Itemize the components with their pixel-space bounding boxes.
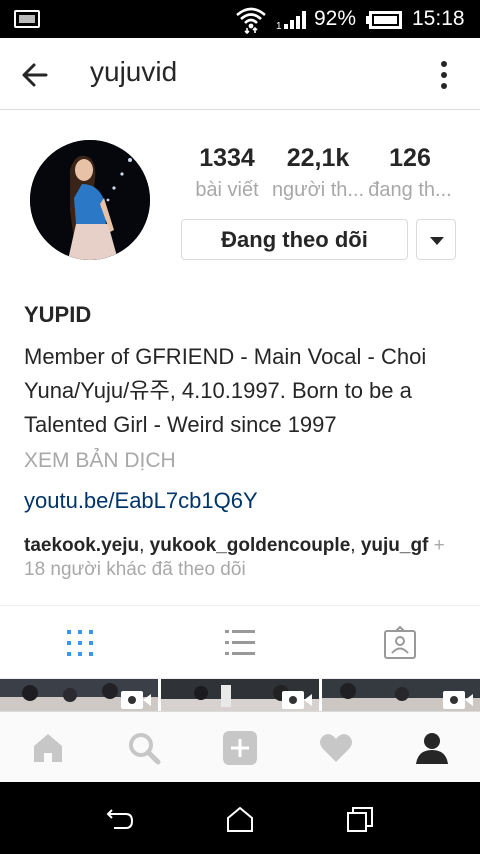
avatar-image — [30, 140, 150, 260]
wifi-icon — [236, 7, 266, 34]
following-button[interactable]: Đang theo dõi — [181, 219, 408, 260]
more-options-icon[interactable] — [430, 58, 458, 92]
app-bar: yujuvid — [0, 38, 480, 110]
status-bar: 1 92% 15:18 — [0, 0, 480, 38]
posts-grid — [0, 679, 480, 711]
profile-view-tabs — [0, 605, 480, 679]
home-icon[interactable] — [28, 728, 68, 768]
grid-icon[interactable] — [62, 626, 98, 660]
followed-by-more-text[interactable]: 18 người khác đã theo dõi — [24, 559, 246, 580]
see-translation-link[interactable]: XEM BẢN DỊCH — [24, 449, 176, 473]
post-thumbnail[interactable] — [0, 679, 158, 711]
bio-line: Talented Girl - Weird since 1997 — [24, 412, 337, 437]
video-icon — [282, 691, 312, 709]
svg-text:1: 1 — [276, 21, 282, 30]
battery-percent: 92% — [314, 7, 357, 30]
tagged-photos-icon[interactable] — [382, 626, 418, 660]
battery-icon — [366, 11, 402, 29]
profile-avatar[interactable] — [30, 140, 150, 260]
profile-stats: 1334 bài viết 22,1k người th... 126 đang… — [184, 144, 460, 204]
follower-username[interactable]: yukook_goldencouple — [150, 535, 351, 556]
following-stat[interactable]: 126 đang th... — [360, 144, 460, 202]
post-thumbnail[interactable] — [322, 679, 480, 711]
cell-signal-icon: 1 — [276, 11, 306, 30]
follower-username[interactable]: taekook.yeju — [24, 535, 139, 556]
profile-website-link[interactable]: youtu.be/EabL7cb1Q6Y — [24, 488, 258, 514]
profile-full-name: YUPID — [24, 302, 92, 327]
follower-username[interactable]: yuju_gf — [361, 535, 429, 556]
followed-by-plus: + — [433, 535, 445, 556]
bottom-navigation — [0, 711, 480, 782]
activity-heart-icon[interactable] — [316, 728, 356, 768]
back-arrow-icon[interactable] — [18, 58, 52, 92]
search-icon[interactable] — [124, 728, 164, 768]
following-label: đang th... — [368, 179, 452, 201]
video-icon — [443, 691, 473, 709]
profile-bio: Member of GFRIEND - Main Vocal - Choi Yu… — [24, 340, 464, 442]
video-icon — [121, 691, 151, 709]
list-icon[interactable] — [222, 626, 258, 660]
suggested-accounts-dropdown-button[interactable] — [416, 219, 456, 260]
caret-down-icon — [430, 237, 444, 245]
bio-line: Yuna/Yuju/유주, 4.10.1997. Born to be a — [24, 378, 412, 403]
profile-username-title: yujuvid — [90, 56, 178, 87]
add-post-icon[interactable] — [220, 728, 260, 768]
system-navigation-bar — [0, 782, 480, 854]
followers-count: 22,1k — [286, 144, 350, 172]
followers-stat[interactable]: 22,1k người th... — [268, 144, 368, 202]
system-back-icon[interactable] — [102, 804, 138, 834]
system-home-icon[interactable] — [222, 804, 258, 834]
bio-line: Member of GFRIEND - Main Vocal - Choi — [24, 344, 427, 369]
following-count: 126 — [389, 144, 431, 172]
clock: 15:18 — [412, 7, 465, 30]
screenshot-notification-icon — [14, 10, 40, 28]
post-thumbnail[interactable] — [161, 679, 319, 711]
followed-by-line: taekook.yeju, yukook_goldencouple, yuju_… — [24, 535, 445, 580]
system-recents-icon[interactable] — [342, 804, 378, 834]
followers-label: người th... — [271, 179, 365, 201]
profile-icon[interactable] — [412, 728, 452, 768]
posts-label: bài viết — [195, 179, 259, 201]
posts-stat[interactable]: 1334 bài viết — [177, 144, 277, 202]
posts-count: 1334 — [199, 144, 255, 172]
